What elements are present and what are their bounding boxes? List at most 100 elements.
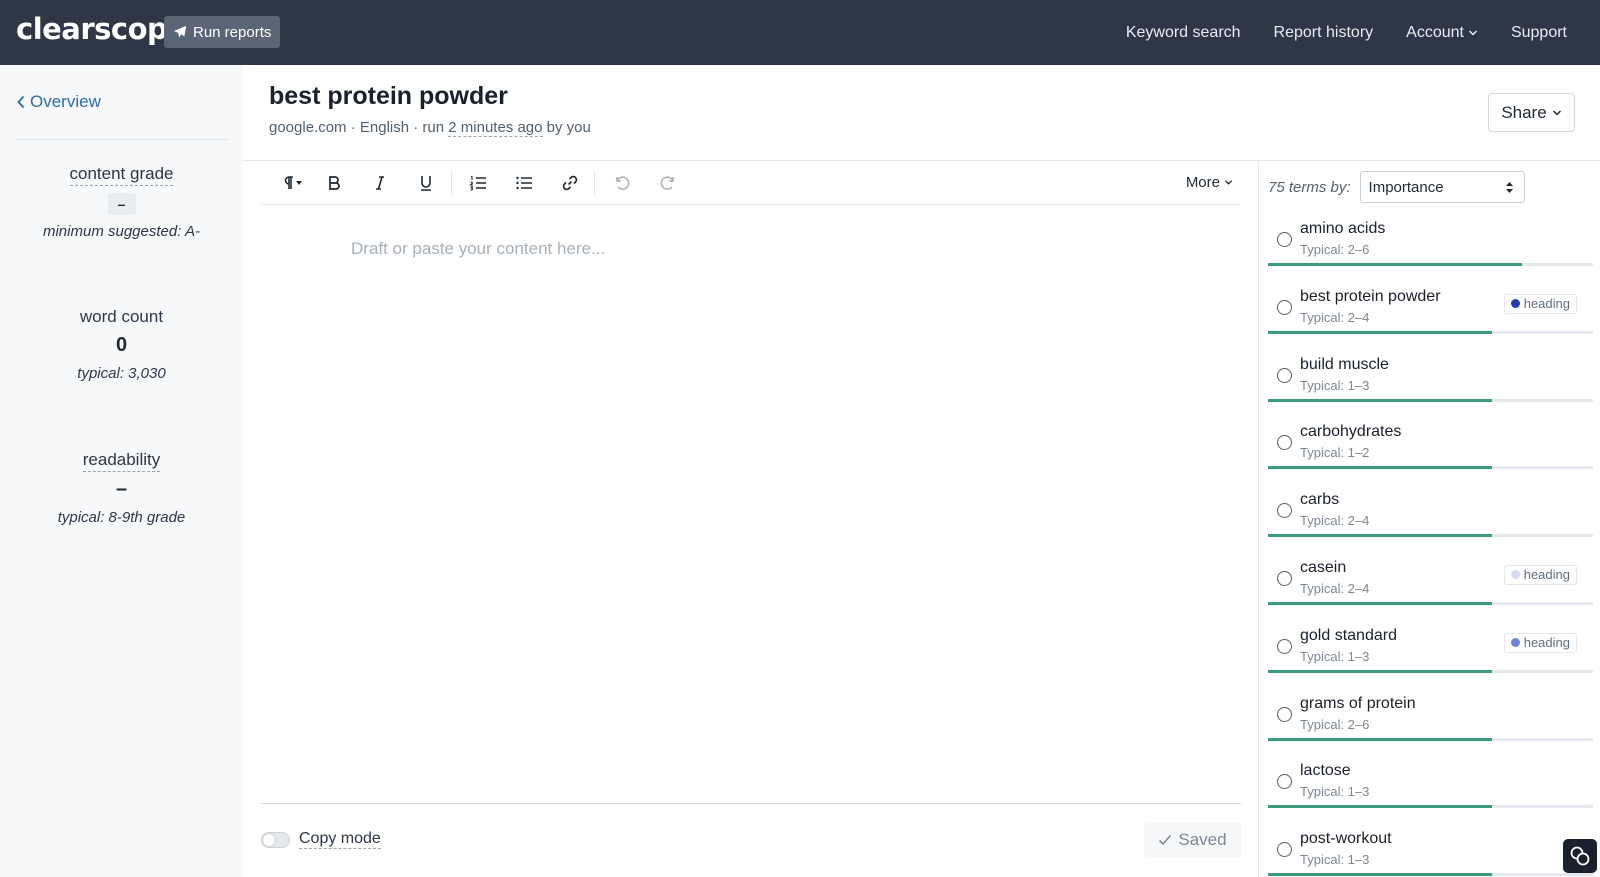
chat-bubbles-icon bbox=[1570, 846, 1590, 866]
help-widget-button[interactable] bbox=[1563, 839, 1597, 873]
saved-status: Saved bbox=[1144, 822, 1241, 858]
term-typical: Typical: 2–4 bbox=[1300, 309, 1370, 325]
nav-report-history[interactable]: Report history bbox=[1274, 24, 1374, 42]
term-item[interactable]: build muscle Typical: 1–3 bbox=[1259, 347, 1600, 415]
term-progress-fill bbox=[1268, 263, 1522, 266]
term-progress-track bbox=[1268, 398, 1593, 402]
term-item[interactable]: carbohydrates Typical: 1–2 bbox=[1259, 414, 1600, 482]
report-meta: google.com · English · run 2 minutes ago… bbox=[269, 119, 591, 137]
term-typical: Typical: 2–4 bbox=[1300, 580, 1370, 596]
term-radio[interactable] bbox=[1277, 638, 1292, 654]
run-reports-label: Run reports bbox=[193, 23, 272, 41]
share-button[interactable]: Share bbox=[1488, 93, 1575, 132]
term-item[interactable]: post-workout Typical: 1–3 bbox=[1259, 821, 1600, 877]
word-count-metric: word count 0 typical: 3,030 bbox=[0, 307, 243, 382]
word-count-note: typical: 3,030 bbox=[77, 365, 166, 382]
term-radio[interactable] bbox=[1277, 842, 1292, 858]
clearscope-logo[interactable]: clearscope bbox=[16, 12, 187, 46]
terms-sort-select[interactable]: Importance bbox=[1359, 171, 1525, 203]
heading-tag-label: heading bbox=[1523, 635, 1570, 651]
report-title: best protein powder bbox=[269, 82, 508, 110]
term-radio[interactable] bbox=[1277, 435, 1292, 451]
overview-link[interactable]: Overview bbox=[16, 92, 101, 112]
bullet-list-button[interactable] bbox=[511, 171, 537, 195]
term-item[interactable]: lactose Typical: 1–3 bbox=[1259, 753, 1600, 821]
link-icon bbox=[562, 175, 578, 191]
italic-button[interactable] bbox=[367, 171, 393, 195]
report-meta-suffix: by you bbox=[542, 119, 591, 136]
ordered-list-button[interactable] bbox=[465, 171, 491, 195]
redo-button[interactable] bbox=[655, 171, 681, 195]
term-name: gold standard bbox=[1300, 626, 1397, 644]
term-name: grams of protein bbox=[1300, 694, 1416, 712]
paragraph-style-button[interactable] bbox=[273, 171, 309, 195]
tag-dot-icon bbox=[1510, 299, 1520, 309]
toolbar-separator bbox=[451, 171, 452, 195]
term-name: carbohydrates bbox=[1300, 423, 1402, 441]
more-dropdown[interactable]: More bbox=[1186, 174, 1233, 191]
term-typical: Typical: 1–3 bbox=[1300, 648, 1370, 664]
underline-icon bbox=[421, 176, 431, 191]
link-button[interactable] bbox=[557, 171, 583, 195]
term-radio[interactable] bbox=[1277, 570, 1292, 586]
term-item[interactable]: best protein powder Typical: 2–4 heading bbox=[1259, 279, 1600, 347]
heading-tag: heading bbox=[1503, 564, 1577, 585]
term-progress-fill bbox=[1268, 398, 1493, 402]
term-progress-fill bbox=[1268, 601, 1493, 605]
term-item[interactable]: grams of protein Typical: 2–6 bbox=[1259, 686, 1600, 754]
undo-button[interactable] bbox=[609, 171, 635, 195]
content-grade-value: – bbox=[107, 193, 136, 215]
chevron-down-icon bbox=[1552, 109, 1561, 116]
bold-button[interactable] bbox=[321, 171, 347, 195]
term-progress-fill bbox=[1268, 466, 1493, 470]
content-grade-note: minimum suggested: A- bbox=[42, 223, 200, 240]
run-reports-button[interactable]: Run reports bbox=[164, 16, 281, 48]
term-item[interactable]: gold standard Typical: 1–3 heading bbox=[1259, 618, 1600, 686]
toggle-switch[interactable] bbox=[261, 831, 290, 848]
checkmark-icon bbox=[1159, 834, 1172, 846]
term-progress-track bbox=[1268, 330, 1593, 334]
word-count-value: 0 bbox=[115, 334, 128, 356]
term-radio[interactable] bbox=[1277, 232, 1292, 247]
terms-panel: 75 terms by: Importance amino acids Typic… bbox=[1258, 161, 1600, 877]
report-meta-prefix: google.com · English · run bbox=[269, 119, 449, 136]
nav-support[interactable]: Support bbox=[1511, 24, 1567, 42]
saved-label: Saved bbox=[1178, 830, 1227, 849]
heading-tag-label: heading bbox=[1523, 567, 1570, 583]
term-radio[interactable] bbox=[1277, 299, 1292, 315]
term-item[interactable]: casein Typical: 2–4 heading bbox=[1259, 550, 1600, 618]
term-name: casein bbox=[1300, 558, 1347, 576]
term-progress-track bbox=[1268, 263, 1593, 266]
term-progress-fill bbox=[1268, 805, 1493, 809]
term-typical: Typical: 1–3 bbox=[1300, 377, 1370, 393]
terms-count: 75 terms by: bbox=[1268, 178, 1351, 196]
report-run-time: 2 minutes ago bbox=[448, 119, 543, 137]
paper-plane-icon bbox=[173, 25, 187, 38]
numbered-list-icon bbox=[469, 175, 486, 191]
term-radio[interactable] bbox=[1277, 706, 1292, 722]
heading-tag-label: heading bbox=[1523, 296, 1570, 312]
term-radio[interactable] bbox=[1277, 367, 1292, 383]
term-radio[interactable] bbox=[1277, 774, 1292, 790]
editor-toolbar: More bbox=[261, 161, 1241, 205]
readability-title[interactable]: readability bbox=[82, 450, 161, 472]
select-arrows-icon bbox=[1505, 181, 1513, 193]
nav-account-dropdown[interactable]: Account bbox=[1406, 24, 1478, 42]
term-typical: Typical: 1–3 bbox=[1300, 784, 1370, 800]
content-editor[interactable]: Draft or paste your content here... bbox=[261, 206, 1241, 804]
underline-button[interactable] bbox=[413, 171, 439, 195]
nav-keyword-search[interactable]: Keyword search bbox=[1126, 24, 1241, 42]
term-item[interactable]: carbs Typical: 2–4 bbox=[1259, 482, 1600, 550]
heading-tag: heading bbox=[1503, 293, 1577, 314]
terms-header: 75 terms by: Importance bbox=[1268, 171, 1525, 203]
term-typical: Typical: 1–3 bbox=[1300, 852, 1370, 868]
pilcrow-icon bbox=[284, 176, 302, 189]
content-grade-title[interactable]: content grade bbox=[69, 164, 174, 186]
term-name: post-workout bbox=[1300, 830, 1392, 848]
bullet-list-icon bbox=[516, 176, 532, 190]
copy-mode-toggle[interactable]: Copy mode bbox=[261, 830, 381, 849]
term-progress-fill bbox=[1268, 330, 1493, 334]
term-item[interactable]: amino acids Typical: 2–6 bbox=[1259, 211, 1600, 279]
term-radio[interactable] bbox=[1277, 503, 1292, 519]
term-progress-track bbox=[1268, 534, 1593, 538]
